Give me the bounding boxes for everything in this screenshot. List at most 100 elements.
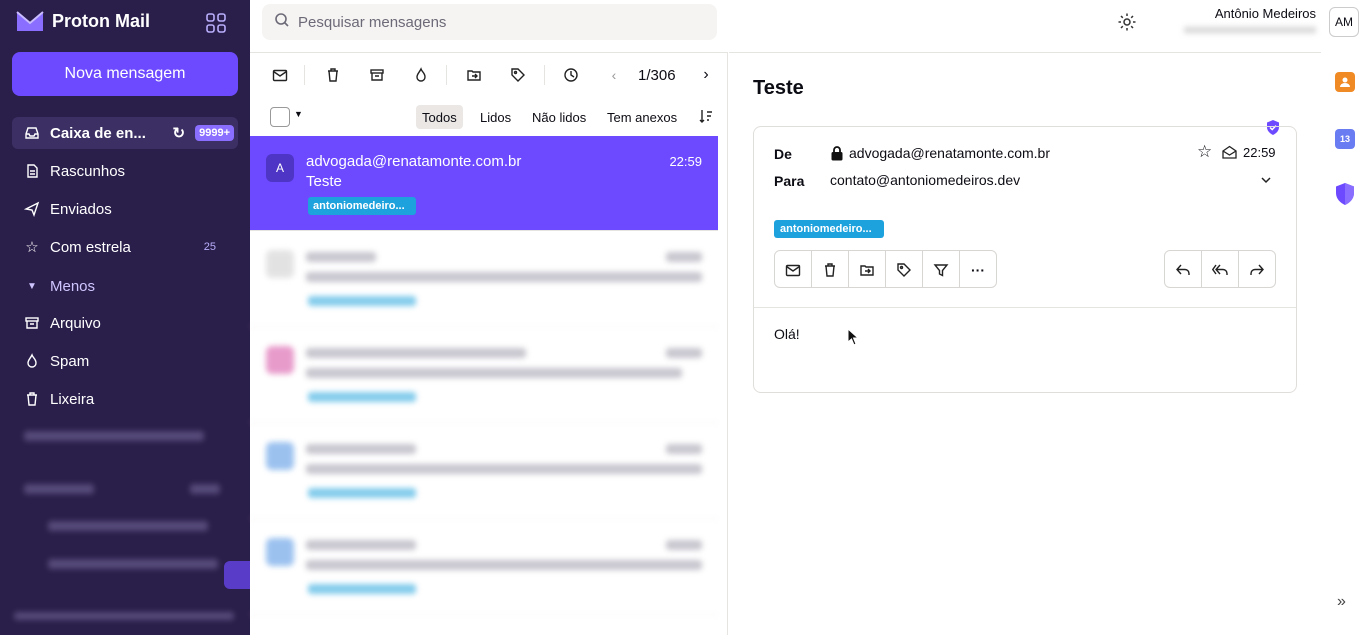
label-tag-icon[interactable] [509,66,527,84]
filter-all[interactable]: Todos [416,105,463,129]
move-to-folder-icon[interactable] [858,261,876,279]
starred-count: 25 [203,241,216,253]
brand-name: Proton Mail [52,10,150,31]
apps-grid-icon[interactable] [205,12,227,37]
vpn-shield-icon[interactable] [1335,183,1355,208]
to-label: Para [774,173,805,189]
draft-icon [24,163,40,179]
sidebar-item-label: Rascunhos [50,162,126,180]
search-placeholder: Pesquisar mensagens [298,13,447,31]
header-body-divider [754,307,1296,308]
mark-unread-icon[interactable] [784,261,802,279]
brand-logo[interactable]: Proton Mail [16,10,150,32]
list-item[interactable] [250,328,718,423]
recipient-address[interactable]: contato@antoniomedeiros.dev [830,172,1020,188]
sidebar-item-trash[interactable]: Lixeira [12,383,238,415]
trash-icon[interactable] [821,261,839,279]
sidebar-item-inbox[interactable]: Caixa de en... ↻ 9999+ [12,117,238,149]
spam-flame-icon[interactable] [412,66,430,84]
sidebar-item-label: Caixa de en... [50,124,146,142]
search-icon [274,12,290,32]
sidebar-item-label: Menos [50,277,96,295]
sidebar-item-spam[interactable]: Spam [12,345,238,377]
select-dropdown-icon[interactable]: ▼ [294,109,303,119]
sort-icon[interactable] [698,108,714,127]
envelope-open-icon [1222,145,1237,162]
more-options-icon[interactable]: ··· [969,261,987,279]
lock-icon [830,146,844,164]
message-label-tag[interactable]: antoniomedeiro... [774,220,884,238]
sidebar: Proton Mail Nova mensagem Caixa de en...… [0,0,250,635]
filter-unread[interactable]: Não lidos [526,105,592,129]
refresh-icon[interactable]: ↻ [173,124,186,142]
message-item-selected[interactable]: A advogada@renatamonte.com.br Teste 22:5… [250,136,718,231]
expand-rail-icon[interactable]: » [1337,593,1346,611]
from-label: De [774,146,792,162]
reading-pane: Teste De advogada@renatamonte.com.br ☆ 2… [729,52,1321,635]
mouse-cursor-icon [847,327,860,349]
proton-logo-icon [16,11,44,31]
list-item[interactable] [250,232,718,327]
list-item[interactable] [250,520,718,615]
right-app-rail: 13 » [1322,52,1368,635]
message-label-tag[interactable]: antoniomedeiro... [308,197,416,215]
received-time: 22:59 [1243,145,1276,160]
reply-actions-group [1164,250,1276,288]
send-icon [24,201,40,217]
trash-icon[interactable] [324,66,342,84]
reply-icon[interactable] [1174,261,1192,279]
contacts-app-icon[interactable] [1335,72,1355,92]
message-time: 22:59 [669,154,702,169]
unread-badge: 9999+ [195,125,234,141]
user-name[interactable]: Antônio Medeiros [1215,6,1316,21]
calendar-app-icon[interactable]: 13 [1335,129,1355,149]
settings-gear-icon[interactable] [1117,12,1137,35]
list-item[interactable] [250,424,718,519]
star-icon: ☆ [25,239,39,256]
caret-down-icon: ▼ [27,280,37,292]
search-bar[interactable]: Pesquisar mensagens [262,4,717,40]
message-sender: advogada@renatamonte.com.br [306,153,522,170]
next-page-icon[interactable]: › [697,66,715,84]
message-body: Olá! [774,326,800,342]
sidebar-item-label: Lixeira [50,390,95,408]
filter-bar: ▼ Todos Lidos Não lidos Tem anexos [250,99,728,133]
mark-read-icon[interactable] [271,66,289,84]
message-title: Teste [753,77,804,99]
message-actions-group: ··· [774,250,997,288]
sender-address[interactable]: advogada@renatamonte.com.br [849,145,1050,161]
sidebar-item-starred[interactable]: ☆ Com estrela 25 [12,231,238,263]
sidebar-item-label: Com estrela [50,238,131,256]
user-email-blurred: xxxxxxxxxxxxxxxxxxxxxxxx [1184,24,1316,36]
user-avatar[interactable]: AM [1329,7,1359,37]
snooze-clock-icon[interactable] [562,66,580,84]
star-icon[interactable]: ☆ [1197,142,1212,162]
sender-avatar: A [266,154,294,182]
filter-icon[interactable] [932,261,950,279]
trash-icon [24,391,40,407]
collapse-handle[interactable] [224,561,250,589]
sidebar-item-drafts[interactable]: Rascunhos [12,155,238,187]
new-message-button[interactable]: Nova mensagem [12,52,238,96]
sidebar-item-label: Enviados [50,200,112,218]
move-to-folder-icon[interactable] [465,66,483,84]
filter-attachments[interactable]: Tem anexos [601,105,683,129]
prev-page-icon[interactable]: ‹ [605,66,623,84]
sidebar-item-archive[interactable]: Arquivo [12,307,238,339]
flame-icon [24,353,40,369]
pagination: 1/306 [638,67,676,84]
sidebar-item-less[interactable]: ▼ Menos [12,270,238,302]
list-toolbar: ‹ 1/306 › [250,53,728,97]
reply-all-icon[interactable] [1211,261,1229,279]
message-list: ‹ 1/306 › ▼ Todos Lidos Não lidos Tem an… [250,52,728,635]
label-tag-icon[interactable] [895,261,913,279]
archive-icon[interactable] [368,66,386,84]
forward-icon[interactable] [1248,261,1266,279]
message-card: De advogada@renatamonte.com.br ☆ 22:59 P… [753,126,1297,393]
inbox-icon [24,125,40,141]
sidebar-item-label: Spam [50,352,90,370]
expand-details-chevron-icon[interactable] [1259,173,1273,190]
sidebar-item-sent[interactable]: Enviados [12,193,238,225]
select-all-checkbox[interactable] [270,107,290,127]
filter-read[interactable]: Lidos [474,105,517,129]
